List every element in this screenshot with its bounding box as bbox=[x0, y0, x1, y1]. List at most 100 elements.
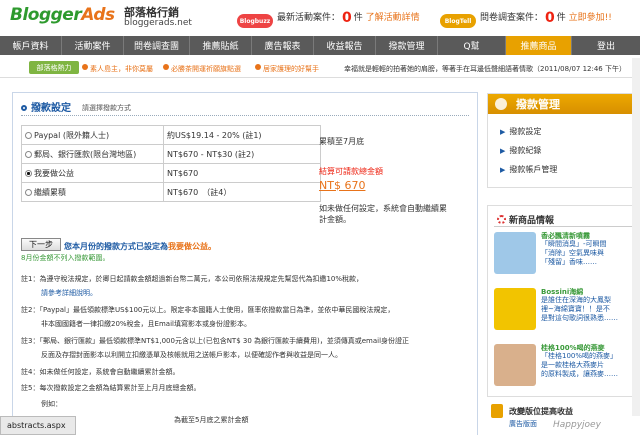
tips-title[interactable]: 改變版位提高收益 bbox=[509, 406, 573, 417]
note-2: 註2：「Paypal」最低領款標準US$100元以上。限定非本國籍人士使用，匯率… bbox=[21, 306, 395, 314]
product-item[interactable]: 桂格100%喝的燕麥 「桂格100%喝的燕麥」 是一款桂格大燕麥片 的原料製成，讓燕… bbox=[494, 342, 634, 388]
next-message-highlight: 我要做公益。 bbox=[168, 242, 216, 251]
payout-management-box: 撥款管理 ▶ 撥款設定 ▶ 撥款紀錄 ▶ 撥款帳戶管理 bbox=[487, 93, 637, 188]
link-payout-settings[interactable]: ▶ 撥款設定 bbox=[488, 122, 636, 141]
page-scrollbar[interactable] bbox=[632, 58, 640, 416]
option-fee: NT$670 bbox=[163, 163, 321, 183]
blogtell-badge-icon[interactable]: BlogTell bbox=[440, 14, 476, 28]
desc-line: 是對這句歌詞很熟悉…… bbox=[541, 314, 618, 322]
buzz-info: 最新活動案件： 0 件 了解活動詳情 bbox=[277, 10, 420, 26]
option-accumulate[interactable]: 繼續累積 bbox=[21, 182, 164, 202]
panel-title-text: 撥款設定 bbox=[31, 103, 71, 114]
radio-icon[interactable] bbox=[25, 131, 32, 139]
table-row[interactable]: 我要做公益 NT$670 bbox=[21, 163, 321, 183]
buzz-unit: 件 bbox=[353, 13, 363, 23]
note-example: 例如： bbox=[41, 400, 62, 408]
radio-icon[interactable] bbox=[25, 150, 32, 158]
option-label: 繼續累積 bbox=[34, 187, 66, 197]
option-fee: NT$670 - NT$30 (註2) bbox=[163, 144, 321, 164]
desc-line: 裡~海綿寶寶！！是不 bbox=[541, 305, 610, 313]
product-image[interactable] bbox=[494, 232, 536, 274]
balance-value: NT$ 670 bbox=[319, 179, 366, 192]
product-item[interactable]: 香必飄清新噴霧 「瞬間消臭」-可瞬間 「消除」空氣異味與 「殘留」香味…… bbox=[494, 230, 634, 276]
ticker-item[interactable]: 必勝茶開運祈願旗點選 bbox=[171, 64, 241, 74]
table-row[interactable]: 郵局、銀行匯款(限台灣地區) NT$670 - NT$30 (註2) bbox=[21, 144, 321, 164]
nav-logout[interactable]: 登出 bbox=[572, 36, 640, 55]
site-header: BloggerAds 部落格行銷 bloggerads.net Blogbuzz… bbox=[0, 0, 640, 36]
buzz-link[interactable]: 了解活動詳情 bbox=[366, 13, 420, 23]
logo-url: bloggerads.net bbox=[124, 18, 192, 28]
note-2-cont: 非本國國籍者一律扣繳20%稅金，且Email填寫影本或身份證影本。 bbox=[41, 320, 251, 328]
ticker-quote: 幸福就是輕輕的拍著她的肩膀，等著手在耳邊低聲細語著情歌（2011/08/07 1… bbox=[344, 65, 626, 73]
note-4: 註4：如未做任何設定，系統會自動繼續累計金額。 bbox=[21, 368, 180, 376]
desc-line: 「消除」空氣異味與 bbox=[541, 249, 604, 257]
ticker-dot-icon bbox=[255, 64, 261, 70]
payout-settings-panel: 撥款設定 請選擇撥款方式 Paypal (限外籍人士) 約US$19.14 - … bbox=[12, 92, 478, 435]
nav-account[interactable]: 帳戶資料 bbox=[0, 36, 62, 55]
option-fee: 約US$19.14 - 20% (註1) bbox=[163, 125, 321, 145]
product-desc: 「瞬間消臭」-可瞬間 「消除」空氣異味與 「殘留」香味…… bbox=[541, 240, 635, 267]
note-1: 註1：為遵守稅法規定，於卿日起請款金額超過新台幣二萬元，本公司依照法規規定先幫您… bbox=[21, 275, 364, 283]
nav-campaigns[interactable]: 活動案件 bbox=[62, 36, 124, 55]
ticker-item[interactable]: 素人島主，非你莫屬 bbox=[90, 64, 153, 74]
nav-payout[interactable]: 撥款管理 bbox=[376, 36, 438, 55]
auto-note-line1: 如未做任何設定，系統會自動繼續累 bbox=[319, 204, 447, 213]
ticker-item[interactable]: 居家護理的好幫手 bbox=[263, 64, 319, 74]
option-label: Paypal (限外籍人士) bbox=[34, 130, 110, 140]
nav-survey[interactable]: 問卷調查團 bbox=[124, 36, 190, 55]
balance-label: 結算可請款總金額 bbox=[319, 167, 383, 176]
main-nav: 帳戶資料 活動案件 問卷調查團 推薦貼紙 廣告報表 收益報告 撥款管理 Q幫 推… bbox=[0, 36, 640, 55]
product-desc: 是誰住在深海的大鳳梨 裡~海綿寶寶！！是不 是對這句歌詞很熟悉…… bbox=[541, 296, 635, 323]
tell-unit: 件 bbox=[556, 13, 566, 23]
note-3: 註3：「郵局、銀行匯款」最低領款標準NT$1,000元含以上(已包含NT$ 30… bbox=[21, 337, 410, 345]
payout-management-title: 撥款管理 bbox=[516, 98, 560, 111]
ticker-dot-icon bbox=[163, 64, 169, 70]
panel-subtitle: 請選擇撥款方式 bbox=[82, 104, 131, 112]
table-row[interactable]: 繼續累積 NT$670 （註4） bbox=[21, 182, 321, 202]
gear-icon bbox=[497, 215, 506, 224]
link-payout-accounts[interactable]: ▶ 撥款帳戶管理 bbox=[488, 160, 636, 179]
ticker-dot-icon bbox=[82, 64, 88, 70]
nav-ad-reports[interactable]: 廣告報表 bbox=[252, 36, 314, 55]
news-ticker: 部落格熱力 素人島主，非你莫屬 必勝茶開運祈願旗點選 居家護理的好幫手 幸福就是… bbox=[0, 58, 640, 78]
desc-line: 「桂格100%喝的燕麥」 bbox=[541, 352, 618, 360]
nav-products[interactable]: 推薦商品 bbox=[506, 36, 572, 55]
bullet-icon bbox=[21, 105, 27, 111]
product-item[interactable]: Bossini海綿 是誰住在深海的大鳳梨 裡~海綿寶寶！！是不 是對這句歌詞很熟悉…… bbox=[494, 286, 634, 332]
accum-note: 累積至7月底 bbox=[319, 137, 365, 146]
tell-link[interactable]: 立即參加!! bbox=[569, 13, 612, 23]
link-payout-records[interactable]: ▶ 撥款紀錄 bbox=[488, 141, 636, 160]
tell-label: 問卷調查案件： bbox=[480, 13, 544, 23]
tips-subtitle[interactable]: 廣告版面 bbox=[509, 419, 537, 429]
radio-checked-icon[interactable] bbox=[25, 169, 32, 177]
next-button[interactable]: 下一步 bbox=[21, 238, 61, 251]
desc-line: 「瞬間消臭」-可瞬間 bbox=[541, 240, 607, 248]
nav-earnings[interactable]: 收益報告 bbox=[314, 36, 376, 55]
arrow-right-icon: ▶ bbox=[500, 127, 506, 136]
option-bank[interactable]: 郵局、銀行匯款(限台灣地區) bbox=[21, 144, 164, 164]
nav-qbang[interactable]: Q幫 bbox=[438, 36, 506, 55]
panel-title: 撥款設定 bbox=[21, 99, 71, 114]
product-image[interactable] bbox=[494, 288, 536, 330]
browser-status-bar: abstracts.aspx bbox=[0, 416, 76, 435]
product-image[interactable] bbox=[494, 344, 536, 386]
desc-line: 的原料製成，讓燕麥…… bbox=[541, 370, 618, 378]
note-5: 註5：每次撥款設定之金額為結算累計至上月月底總金額。 bbox=[21, 384, 201, 392]
nav-stickers[interactable]: 推薦貼紙 bbox=[190, 36, 252, 55]
radio-icon[interactable] bbox=[25, 188, 32, 196]
tax-detail-link[interactable]: 請參考詳細說明。 bbox=[41, 289, 97, 297]
blogbuzz-badge-icon[interactable]: Blogbuzz bbox=[237, 14, 273, 28]
payout-management-header: 撥款管理 bbox=[488, 94, 636, 114]
link-label: 撥款設定 bbox=[509, 127, 542, 136]
coin-icon bbox=[495, 98, 507, 110]
table-row[interactable]: Paypal (限外籍人士) 約US$19.14 - 20% (註1) bbox=[21, 125, 321, 145]
arrow-right-icon: ▶ bbox=[500, 146, 506, 155]
option-charity[interactable]: 我要做公益 bbox=[21, 163, 164, 183]
option-fee: NT$670 （註4） bbox=[163, 182, 321, 202]
ticker-tag: 部落格熱力 bbox=[29, 61, 79, 74]
desc-line: 是一款桂格大燕麥片 bbox=[541, 361, 604, 369]
next-message-text: 您本月份的撥款方式已設定為 bbox=[64, 242, 168, 251]
site-logo[interactable]: BloggerAds bbox=[10, 5, 115, 25]
option-paypal[interactable]: Paypal (限外籍人士) bbox=[21, 125, 164, 145]
logo-text-blogger: Blogger bbox=[10, 5, 82, 25]
